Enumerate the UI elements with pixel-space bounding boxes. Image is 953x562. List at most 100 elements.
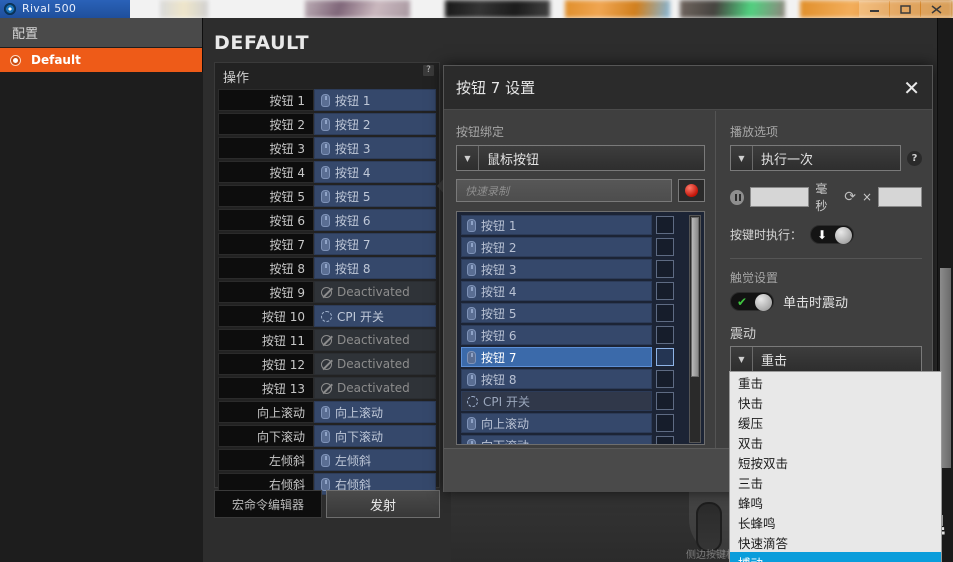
delay-input[interactable]	[750, 187, 810, 207]
list-item[interactable]: 向上滚动	[461, 413, 674, 433]
binding-option-label: CPI 开关	[483, 394, 530, 409]
binding-option[interactable]: 按钮 8	[461, 369, 652, 389]
binding-option[interactable]: 向下滚动	[461, 435, 652, 444]
table-row[interactable]: 按钮 12 Deactivated	[218, 353, 436, 375]
table-row[interactable]: 按钮 8 按钮 8	[218, 257, 436, 279]
list-item[interactable]: 按钮 6	[461, 325, 674, 345]
close-icon[interactable]	[921, 1, 951, 17]
table-row[interactable]: 按钮 4 按钮 4	[218, 161, 436, 183]
binding-option-checkbox[interactable]	[656, 260, 674, 278]
binding-option-checkbox[interactable]	[656, 326, 674, 344]
action-row-value-cell[interactable]: CPI 开关	[314, 305, 436, 327]
binding-option[interactable]: 按钮 6	[461, 325, 652, 345]
menu-item[interactable]: 重击	[730, 372, 941, 392]
binding-option-checkbox[interactable]	[656, 348, 674, 366]
binding-option-checkbox[interactable]	[656, 282, 674, 300]
press-action-toggle[interactable]: ⬇	[810, 225, 855, 244]
binding-option[interactable]: 按钮 7	[461, 347, 652, 367]
action-row-value-cell[interactable]: Deactivated	[314, 353, 436, 375]
table-row[interactable]: 按钮 11 Deactivated	[218, 329, 436, 351]
action-row-value-cell[interactable]: 按钮 6	[314, 209, 436, 231]
binding-option[interactable]: 向上滚动	[461, 413, 652, 433]
action-row-value-cell[interactable]: 向下滚动	[314, 425, 436, 447]
action-row-value-cell[interactable]: 按钮 8	[314, 257, 436, 279]
table-row[interactable]: 按钮 3 按钮 3	[218, 137, 436, 159]
binding-options-list[interactable]: 按钮 1 按钮 2 按钮 3 按钮 4 按钮 5 按钮 6 按钮 7 按钮 8 CPI 开关向上…	[456, 211, 705, 445]
list-item[interactable]: CPI 开关	[461, 391, 674, 411]
binding-option-checkbox[interactable]	[656, 392, 674, 410]
action-row-value-cell[interactable]: 按钮 4	[314, 161, 436, 183]
table-row[interactable]: 按钮 9 Deactivated	[218, 281, 436, 303]
fire-button[interactable]: 发射	[326, 490, 440, 518]
binding-option[interactable]: 按钮 3	[461, 259, 652, 279]
table-row[interactable]: 向上滚动 向上滚动	[218, 401, 436, 423]
binding-option[interactable]: 按钮 2	[461, 237, 652, 257]
list-item[interactable]: 按钮 8	[461, 369, 674, 389]
list-item[interactable]: 按钮 3	[461, 259, 674, 279]
sidebar-item-default[interactable]: Default	[0, 48, 202, 72]
quick-record-input[interactable]: 快速录制	[456, 179, 672, 202]
vibration-select[interactable]: ▼ 重击	[730, 346, 922, 372]
table-row[interactable]: 按钮 2 按钮 2	[218, 113, 436, 135]
binding-list-scrollbar[interactable]	[689, 215, 701, 443]
record-button[interactable]	[678, 179, 705, 202]
click-vibrate-toggle[interactable]: ✔	[730, 292, 774, 311]
binding-option[interactable]: 按钮 5	[461, 303, 652, 323]
action-row-value-cell[interactable]: 按钮 7	[314, 233, 436, 255]
list-item[interactable]: 按钮 1	[461, 215, 674, 235]
help-icon[interactable]: ?	[423, 65, 434, 76]
binding-option-checkbox[interactable]	[656, 436, 674, 444]
binding-option[interactable]: 按钮 4	[461, 281, 652, 301]
binding-option[interactable]: CPI 开关	[461, 391, 652, 411]
table-row[interactable]: 按钮 7 按钮 7	[218, 233, 436, 255]
binding-option-checkbox[interactable]	[656, 370, 674, 388]
list-item[interactable]: 向下滚动	[461, 435, 674, 444]
macro-editor-button[interactable]: 宏命令编辑器	[214, 490, 322, 518]
table-row[interactable]: 按钮 6 按钮 6	[218, 209, 436, 231]
table-row[interactable]: 向下滚动 向下滚动	[218, 425, 436, 447]
mouse-side-button-plate[interactable]	[696, 502, 722, 552]
vibration-dropdown-list[interactable]: 重击快击缓压双击短按双击三击蜂鸣长蜂鸣快速滴答搏动	[729, 371, 942, 562]
action-row-value-cell[interactable]: 向上滚动	[314, 401, 436, 423]
scrollbar-thumb[interactable]	[691, 217, 699, 377]
list-item[interactable]: 按钮 2	[461, 237, 674, 257]
menu-item[interactable]: 缓压	[730, 412, 941, 432]
repeat-count-input[interactable]	[878, 187, 922, 207]
close-icon[interactable]: ✕	[903, 78, 920, 98]
menu-item[interactable]: 双击	[730, 432, 941, 452]
help-icon[interactable]: ?	[907, 150, 922, 166]
list-item[interactable]: 按钮 7	[461, 347, 674, 367]
menu-item[interactable]: 快速滴答	[730, 532, 941, 552]
binding-option-checkbox[interactable]	[656, 304, 674, 322]
binding-type-select[interactable]: ▼ 鼠标按钮	[456, 145, 705, 171]
action-row-value-cell[interactable]: Deactivated	[314, 329, 436, 351]
menu-item[interactable]: 三击	[730, 472, 941, 492]
binding-option-checkbox[interactable]	[656, 414, 674, 432]
menu-item[interactable]: 快击	[730, 392, 941, 412]
menu-item[interactable]: 搏动	[730, 552, 941, 562]
table-row[interactable]: 按钮 5 按钮 5	[218, 185, 436, 207]
action-row-value-cell[interactable]: 按钮 1	[314, 89, 436, 111]
binding-option[interactable]: 按钮 1	[461, 215, 652, 235]
menu-item[interactable]: 蜂鸣	[730, 492, 941, 512]
action-row-value-cell[interactable]: 左倾斜	[314, 449, 436, 471]
minimize-icon[interactable]	[859, 1, 889, 17]
browser-tab[interactable]: Rival 500	[0, 0, 130, 18]
action-row-value-cell[interactable]: 按钮 5	[314, 185, 436, 207]
action-row-value-cell[interactable]: Deactivated	[314, 281, 436, 303]
action-row-value-cell[interactable]: 按钮 2	[314, 113, 436, 135]
action-row-value-cell[interactable]: Deactivated	[314, 377, 436, 399]
playback-mode-select[interactable]: ▼ 执行一次	[730, 145, 901, 171]
maximize-icon[interactable]	[890, 1, 920, 17]
binding-option-checkbox[interactable]	[656, 238, 674, 256]
list-item[interactable]: 按钮 4	[461, 281, 674, 301]
binding-option-checkbox[interactable]	[656, 216, 674, 234]
menu-item[interactable]: 短按双击	[730, 452, 941, 472]
menu-item[interactable]: 长蜂鸣	[730, 512, 941, 532]
table-row[interactable]: 按钮 1 按钮 1	[218, 89, 436, 111]
table-row[interactable]: 左倾斜 左倾斜	[218, 449, 436, 471]
table-row[interactable]: 按钮 13 Deactivated	[218, 377, 436, 399]
action-row-value-cell[interactable]: 按钮 3	[314, 137, 436, 159]
table-row[interactable]: 按钮 10 CPI 开关	[218, 305, 436, 327]
list-item[interactable]: 按钮 5	[461, 303, 674, 323]
